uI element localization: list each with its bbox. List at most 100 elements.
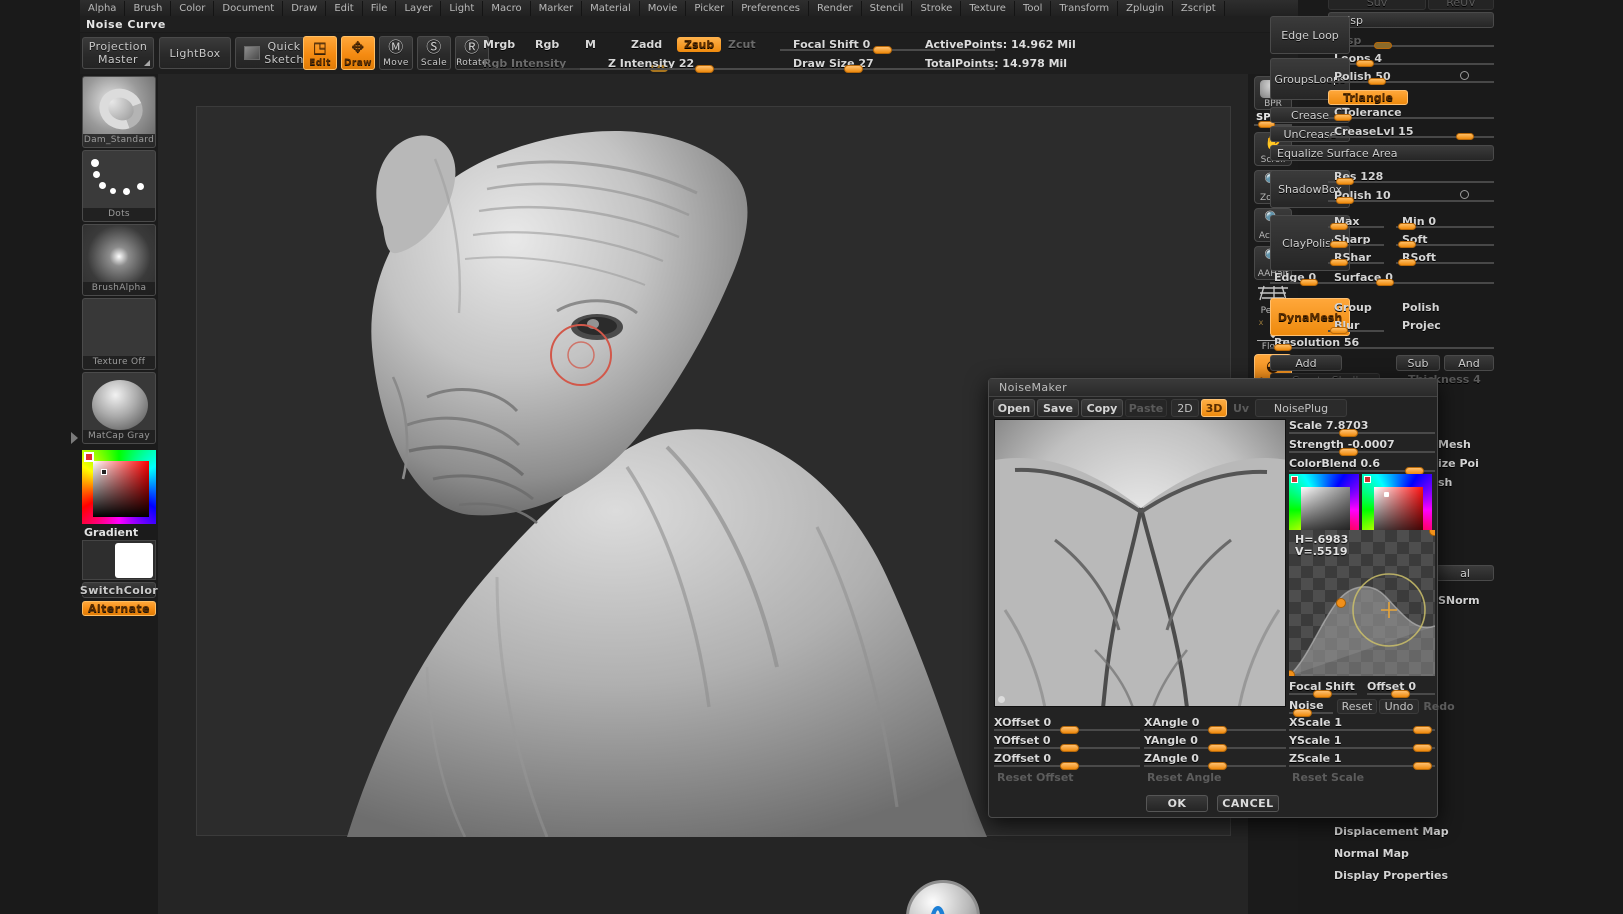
menu-item-color[interactable]: Color [171,0,215,16]
alternate-button[interactable]: Alternate [82,601,156,616]
zscale-slider[interactable]: ZScale 1 [1289,752,1435,770]
color-picker[interactable] [82,450,156,524]
sub-button[interactable]: Sub [1396,355,1440,371]
draw-button[interactable]: ✥ Draw [341,36,375,70]
reset-button[interactable]: Reset [1337,699,1377,714]
yoffset-slider[interactable]: YOffset 0 [994,734,1140,752]
save-button[interactable]: Save [1037,399,1079,417]
crisp-button[interactable]: Crisp [1328,12,1494,28]
color-swatch-pair[interactable] [82,540,156,580]
noise-curve-editor[interactable]: H=.6983 V=.5519 [1289,530,1435,676]
brush-swatch[interactable]: Dam_Standard [82,76,156,148]
min-slider[interactable] [1396,215,1494,230]
menu-item-macro[interactable]: Macro [483,0,531,16]
zangle-slider[interactable]: ZAngle 0 [1144,752,1286,770]
and-button[interactable]: And [1444,355,1494,371]
zoffset-slider[interactable]: ZOffset 0 [994,752,1140,770]
z-intensity-track[interactable] [580,68,780,70]
crease-lvl-slider[interactable] [1328,125,1494,140]
disp-slider[interactable] [1328,34,1494,49]
menu-item-material[interactable]: Material [582,0,640,16]
suv-button[interactable]: Suv [1328,0,1426,10]
m-toggle[interactable]: M [585,38,596,51]
texture-swatch[interactable]: Texture Off [82,298,156,370]
polish-gl-slider[interactable] [1328,70,1494,85]
add-button[interactable]: Add [1270,355,1342,371]
preview-handle[interactable] [998,696,1005,703]
main-color-swatch[interactable] [115,543,153,578]
rgb-toggle[interactable]: Rgb [535,38,559,51]
yangle-slider[interactable]: YAngle 0 [1144,734,1286,752]
noisemaker-titlebar[interactable]: NoiseMaker [989,379,1437,397]
edge-loop-button[interactable]: Edge Loop [1270,16,1350,54]
lightbox-button[interactable]: LightBox [159,37,231,69]
xscale-slider[interactable]: XScale 1 [1289,716,1435,734]
noise-slider[interactable]: Noise [1289,699,1333,717]
mode-2d-button[interactable]: 2D [1171,399,1199,417]
displacement-map-item[interactable]: Displacement Map [1334,825,1449,838]
rshar-slider[interactable] [1328,251,1384,266]
redo-button[interactable]: Redo [1421,699,1457,714]
menu-item-alpha[interactable]: Alpha [80,0,126,16]
edit-button[interactable]: ◳ Edit [303,36,337,70]
menu-item-texture[interactable]: Texture [961,0,1015,16]
undo-button[interactable]: Undo [1379,699,1419,714]
al-button[interactable]: al [1436,565,1494,581]
polish-sb-slider[interactable] [1328,189,1494,204]
menu-item-document[interactable]: Document [214,0,284,16]
colorblend-slider[interactable]: ColorBlend 0.6 [1289,457,1435,475]
stroke-swatch[interactable]: Dots [82,150,156,222]
xangle-slider[interactable]: XAngle 0 [1144,716,1286,734]
menu-item-stencil[interactable]: Stencil [862,0,913,16]
focal-shift-knob[interactable] [873,46,892,54]
ctolerance-slider[interactable] [1328,106,1494,121]
ok-button[interactable]: OK [1146,795,1208,812]
projection-master-button[interactable]: Projection Master [82,37,154,69]
nm-offset-slider[interactable]: Offset 0 [1367,680,1435,698]
draw-size-knob[interactable] [844,65,863,73]
normal-map-item[interactable]: Normal Map [1334,847,1409,860]
equalize-surface-area-button[interactable]: Equalize Surface Area [1270,145,1494,161]
mode-3d-button[interactable]: 3D [1201,399,1227,417]
menu-item-render[interactable]: Render [809,0,862,16]
panel-collapse-arrow-icon[interactable] [71,432,78,444]
display-properties-item[interactable]: Display Properties [1334,869,1448,882]
menu-item-movie[interactable]: Movie [640,0,687,16]
noiseplug-button[interactable]: NoisePlug [1255,399,1347,417]
open-button[interactable]: Open [993,399,1035,417]
menu-item-edit[interactable]: Edit [326,0,363,16]
noisemaker-dialog[interactable]: NoiseMaker Open Save Copy Paste 2D 3D Uv… [988,378,1455,818]
material-swatch[interactable]: MatCap Gray [82,372,156,444]
paste-button[interactable]: Paste [1125,399,1167,417]
quick-sketch-button[interactable]: Quick Sketch [235,37,313,69]
menu-item-zplugin[interactable]: Zplugin [1118,0,1173,16]
menu-item-picker[interactable]: Picker [686,0,734,16]
mrgb-toggle[interactable]: Mrgb [483,38,515,51]
menu-item-zscript[interactable]: Zscript [1173,0,1225,16]
cancel-button[interactable]: CANCEL [1217,795,1279,812]
reuv-button[interactable]: ReUV [1428,0,1494,10]
menu-item-light[interactable]: Light [441,0,484,16]
scale-button[interactable]: Ⓢ Scale [417,36,451,70]
zsub-toggle[interactable]: Zsub [677,37,722,52]
move-button[interactable]: Ⓜ Move [379,36,413,70]
max-slider[interactable] [1328,215,1384,230]
curve-point-left[interactable] [1336,598,1346,608]
reset-offset-button[interactable]: Reset Offset [997,771,1074,784]
zcut-toggle[interactable]: Zcut [728,38,756,51]
surface-slider[interactable] [1328,271,1494,286]
z-intensity-knob[interactable] [695,65,714,73]
menu-item-stroke[interactable]: Stroke [912,0,962,16]
menu-item-layer[interactable]: Layer [396,0,442,16]
zadd-toggle[interactable]: Zadd [631,38,662,51]
scale-slider[interactable]: Scale 7.8703 [1289,419,1435,437]
yscale-slider[interactable]: YScale 1 [1289,734,1435,752]
menu-item-preferences[interactable]: Preferences [733,0,810,16]
menu-item-draw[interactable]: Draw [283,0,327,16]
switch-color-button[interactable]: SwitchColor [80,582,158,598]
noise-preview[interactable] [994,419,1286,707]
res-slider[interactable] [1328,170,1494,185]
menu-item-brush[interactable]: Brush [125,0,172,16]
uv-button[interactable]: Uv [1229,399,1253,417]
sharp-slider[interactable] [1328,233,1384,248]
